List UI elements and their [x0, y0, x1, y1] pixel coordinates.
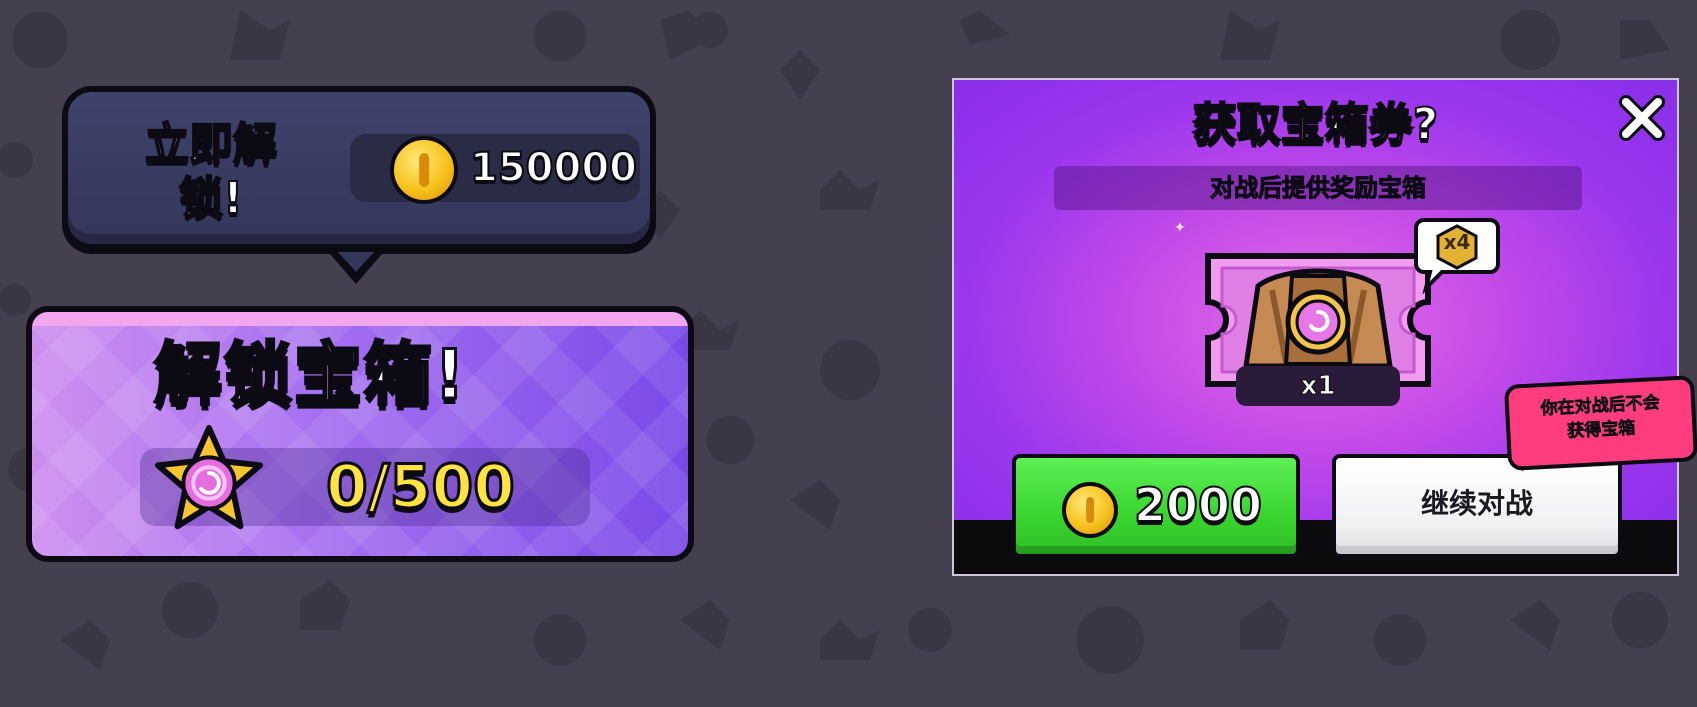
- unlock-now-label: 立即解锁!: [144, 118, 278, 225]
- popup-subtitle: 对战后提供奖励宝箱: [1054, 166, 1582, 210]
- unlock-price-value: 150000: [469, 144, 638, 192]
- bubble-tail-inner: [338, 252, 374, 272]
- close-icon[interactable]: [1618, 94, 1666, 142]
- buy-ticket-button[interactable]: 2000: [1012, 454, 1300, 558]
- bonus-bubble-icon: [1414, 218, 1500, 294]
- unlock-chest-title: 解锁宝箱!: [152, 335, 468, 417]
- bonus-multiplier: x4: [1443, 230, 1471, 254]
- buy-price: 2000: [1133, 477, 1263, 533]
- unlock-now-bubble[interactable]: 立即解锁! 150000: [62, 86, 656, 250]
- chest-ticket-popup: 获取宝箱券? 对战后提供奖励宝箱 ✦ x1 x4 2000 继续对战: [952, 78, 1679, 576]
- chest-progress-value: 0/500: [325, 452, 517, 522]
- coin-icon: [1062, 482, 1118, 538]
- coin-icon: [390, 136, 458, 204]
- warning-text: 你在对战后不会 获得宝箱: [1509, 389, 1693, 446]
- continue-battle-button[interactable]: 继续对战: [1332, 454, 1622, 558]
- popup-title: 获取宝箱券?: [1192, 98, 1440, 151]
- unlock-chest-panel[interactable]: 解锁宝箱! 0/500: [26, 306, 694, 562]
- warning-line-2-highlight: 宝箱: [1600, 418, 1637, 440]
- no-chest-warning: 你在对战后不会 获得宝箱: [1503, 375, 1697, 471]
- warning-line-2-prefix: 获得: [1566, 420, 1603, 442]
- subtitle-highlight: 奖励宝箱: [1330, 174, 1427, 203]
- ticket-count: x1: [1236, 366, 1400, 406]
- sparkle-icon: ✦: [1174, 220, 1186, 236]
- subtitle-prefix: 对战后提供: [1210, 174, 1331, 203]
- continue-battle-label: 继续对战: [1420, 487, 1533, 520]
- unlock-price-pill: 150000: [350, 134, 640, 204]
- star-icon: [154, 424, 264, 530]
- bubble-tail: [330, 254, 382, 284]
